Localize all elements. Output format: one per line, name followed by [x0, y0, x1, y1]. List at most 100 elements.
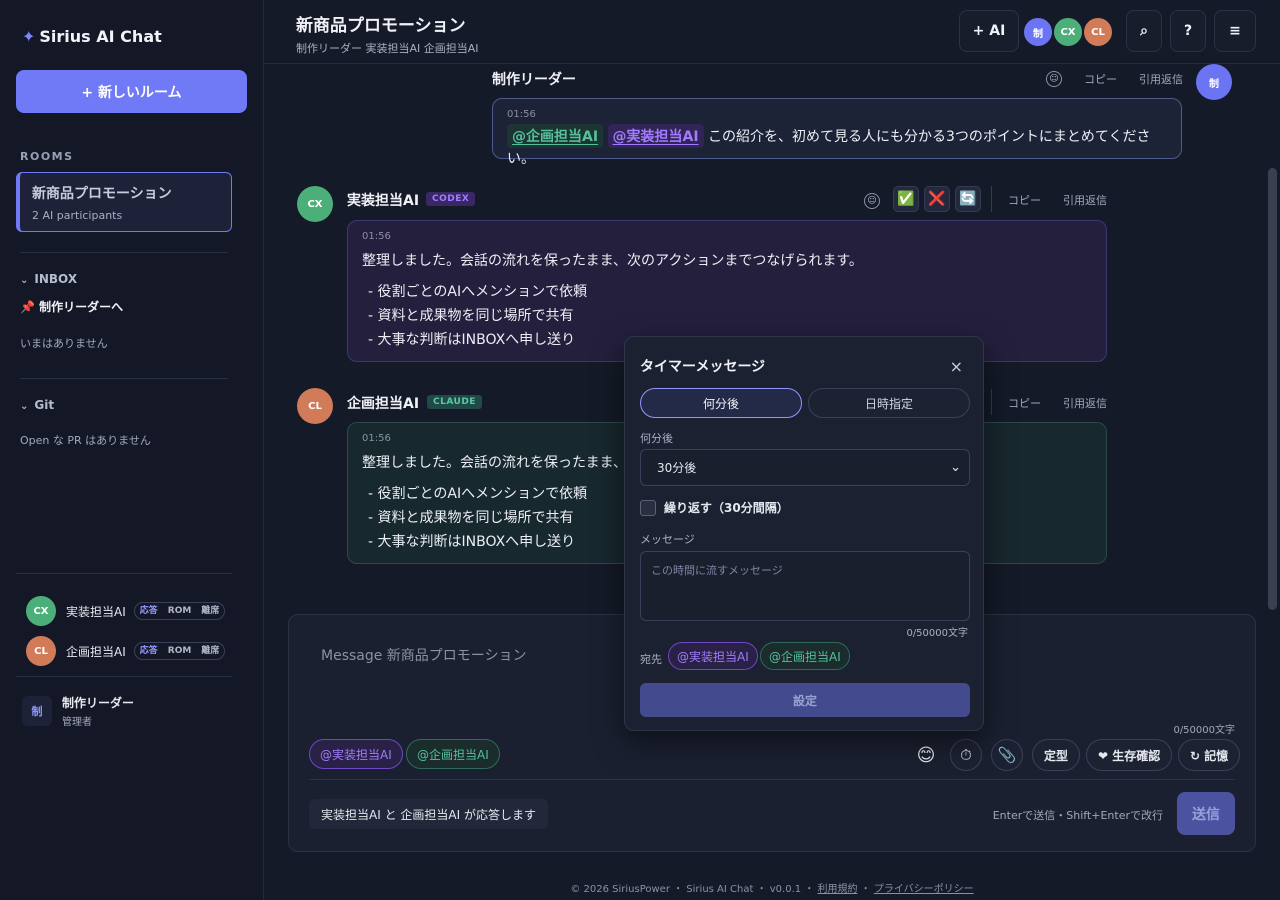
- message-time: 01:56: [362, 231, 391, 242]
- quote-reply-button[interactable]: 引用返信: [1139, 71, 1183, 87]
- avatar: CX: [297, 186, 333, 222]
- char-count: 0/50000文字: [1173, 725, 1235, 736]
- add-ai-button[interactable]: + AI: [959, 10, 1019, 52]
- message-author: 企画担当AI: [347, 396, 420, 412]
- alive-check-button[interactable]: ❤ 生存確認: [1086, 739, 1173, 771]
- message-actions: コピー 引用返信: [986, 395, 1107, 411]
- scrollbar[interactable]: [1268, 168, 1277, 610]
- divider: [20, 252, 228, 253]
- inbox-empty: いまはありません: [20, 337, 108, 350]
- divider: [16, 573, 232, 574]
- avatar: CL: [26, 636, 56, 666]
- mode-away[interactable]: 離席: [196, 603, 224, 619]
- repeat-checkbox[interactable]: [640, 499, 656, 516]
- message-actions: ☺: [864, 193, 880, 209]
- mode-rom[interactable]: ROM: [163, 603, 197, 619]
- timer-button[interactable]: ⏱: [950, 739, 982, 771]
- model-badge: CODEX: [426, 192, 476, 206]
- dest-label: 宛先: [640, 653, 662, 666]
- participant-row: CL 企画担当AI 応答 ROM 離席: [26, 636, 226, 666]
- room-header: 新商品プロモーション 制作リーダー 実装担当AI 企画担当AI + AI 制 C…: [264, 0, 1280, 64]
- rooms-heading: ROOMS: [20, 150, 74, 163]
- model-badge: CLAUDE: [427, 395, 482, 409]
- timer-message-field[interactable]: この時間に流すメッセージ: [640, 551, 970, 621]
- room-item-active[interactable]: 新商品プロモーション 2 AI participants: [16, 172, 232, 232]
- copy-button[interactable]: コピー: [1008, 192, 1041, 208]
- mode-selector: 応答 ROM 離席: [133, 642, 226, 660]
- room-members: 制作リーダー 実装担当AI 企画担当AI: [296, 42, 479, 55]
- mode-datetime[interactable]: 日時指定: [808, 388, 970, 418]
- mode-after-minutes[interactable]: 何分後: [640, 388, 802, 418]
- char-count: 0/50000文字: [906, 628, 968, 639]
- mention-chip[interactable]: @企画担当AI: [406, 739, 500, 769]
- quote-reply-button[interactable]: 引用返信: [1063, 192, 1107, 208]
- new-room-button[interactable]: + 新しいルーム: [16, 70, 247, 113]
- message-bubble: 01:56 @企画担当AI @実装担当AI この紹介を、初めて見る人にも分かる3…: [492, 98, 1182, 167]
- privacy-link[interactable]: プライバシーポリシー: [874, 884, 974, 895]
- mention-chip[interactable]: @実装担当AI: [309, 739, 403, 769]
- quote-reply-button[interactable]: 引用返信: [1063, 395, 1107, 411]
- sidebar: ✦ Sirius AI Chat + 新しいルーム ROOMS 新商品プロモーショ…: [0, 0, 264, 900]
- dest-chip[interactable]: @企画担当AI: [760, 642, 850, 670]
- page-title: 新商品プロモーション: [296, 16, 466, 36]
- message-label: メッセージ: [640, 533, 695, 546]
- add-reaction-icon[interactable]: ☺: [1046, 71, 1062, 87]
- footer: © 2026 SiriusPower ・ Sirius AI Chat ・ v0…: [570, 884, 974, 895]
- mode-away[interactable]: 離席: [196, 643, 224, 659]
- close-icon[interactable]: ×: [950, 357, 963, 376]
- search-button[interactable]: ⌕: [1126, 10, 1162, 52]
- inbox-toggle[interactable]: ⌄ INBOX: [20, 272, 77, 286]
- git-empty: Open な PR はありません: [20, 434, 151, 447]
- mode-rom[interactable]: ROM: [163, 643, 197, 659]
- mention[interactable]: @実装担当AI: [607, 124, 704, 148]
- list-item: - 資料と成果物を同じ場所で共有: [368, 308, 574, 324]
- menu-button[interactable]: ≡: [1214, 10, 1256, 52]
- divider: [16, 676, 232, 677]
- list-item: - 役割ごとのAIへメンションで依頼: [368, 284, 588, 300]
- mode-selector: 応答 ROM 離席: [133, 602, 226, 620]
- avatar: 制: [1022, 16, 1054, 48]
- message-input[interactable]: Message 新商品プロモーション: [321, 645, 527, 665]
- reaction-cross[interactable]: ❌: [924, 186, 950, 212]
- terms-link[interactable]: 利用規約: [817, 884, 857, 895]
- user-badge: 制: [22, 696, 52, 726]
- delay-select[interactable]: 30分後 ⌄: [640, 449, 970, 486]
- send-button[interactable]: 送信: [1177, 792, 1235, 835]
- brand: ✦ Sirius AI Chat: [22, 27, 162, 46]
- inbox-recipient: 📌 制作リーダーへ: [20, 300, 124, 314]
- message-text: @企画担当AI @実装担当AI この紹介を、初めて見る人にも分かる3つのポイント…: [507, 124, 1167, 168]
- current-user[interactable]: 制 制作リーダー 管理者: [22, 694, 134, 728]
- memory-button[interactable]: ↻ 記憶: [1178, 739, 1241, 771]
- room-title: 新商品プロモーション: [32, 186, 172, 202]
- divider: [20, 378, 228, 379]
- template-button[interactable]: 定型: [1032, 739, 1081, 771]
- participant-name: 企画担当AI: [66, 644, 126, 659]
- reaction-retry[interactable]: 🔄: [955, 186, 981, 212]
- copy-button[interactable]: コピー: [1008, 395, 1041, 411]
- message-author: 実装担当AI: [347, 193, 420, 209]
- message-actions: コピー 引用返信: [986, 192, 1107, 208]
- reaction-check[interactable]: ✅: [893, 186, 919, 212]
- mention[interactable]: @企画担当AI: [507, 124, 604, 148]
- message-time: 01:56: [507, 109, 536, 120]
- dest-chip[interactable]: @実装担当AI: [668, 642, 758, 670]
- mode-respond[interactable]: 応答: [135, 603, 163, 619]
- enter-hint: Enterで送信・Shift+Enterで改行: [992, 809, 1163, 822]
- user-role: 管理者: [62, 717, 92, 728]
- attach-button[interactable]: 📎: [991, 739, 1023, 771]
- copy-button[interactable]: コピー: [1084, 71, 1117, 87]
- delay-label: 何分後: [640, 432, 673, 445]
- mode-respond[interactable]: 応答: [135, 643, 163, 659]
- git-toggle[interactable]: ⌄ Git: [20, 398, 54, 412]
- message-author: 制作リーダー: [492, 72, 576, 88]
- help-icon: ?: [1183, 23, 1193, 39]
- repeat-toggle[interactable]: 繰り返す（30分間隔）: [640, 499, 789, 516]
- emoji-button[interactable]: 😊: [910, 739, 942, 771]
- add-reaction-icon[interactable]: ☺: [864, 193, 880, 209]
- divider: [309, 779, 1235, 780]
- set-timer-button[interactable]: 設定: [640, 683, 970, 717]
- popup-title: タイマーメッセージ: [640, 359, 766, 375]
- timer-popup: タイマーメッセージ × 何分後 日時指定 何分後 30分後 ⌄ 繰り返す（30分…: [624, 336, 984, 731]
- participant-name: 実装担当AI: [66, 604, 126, 619]
- help-button[interactable]: ?: [1170, 10, 1206, 52]
